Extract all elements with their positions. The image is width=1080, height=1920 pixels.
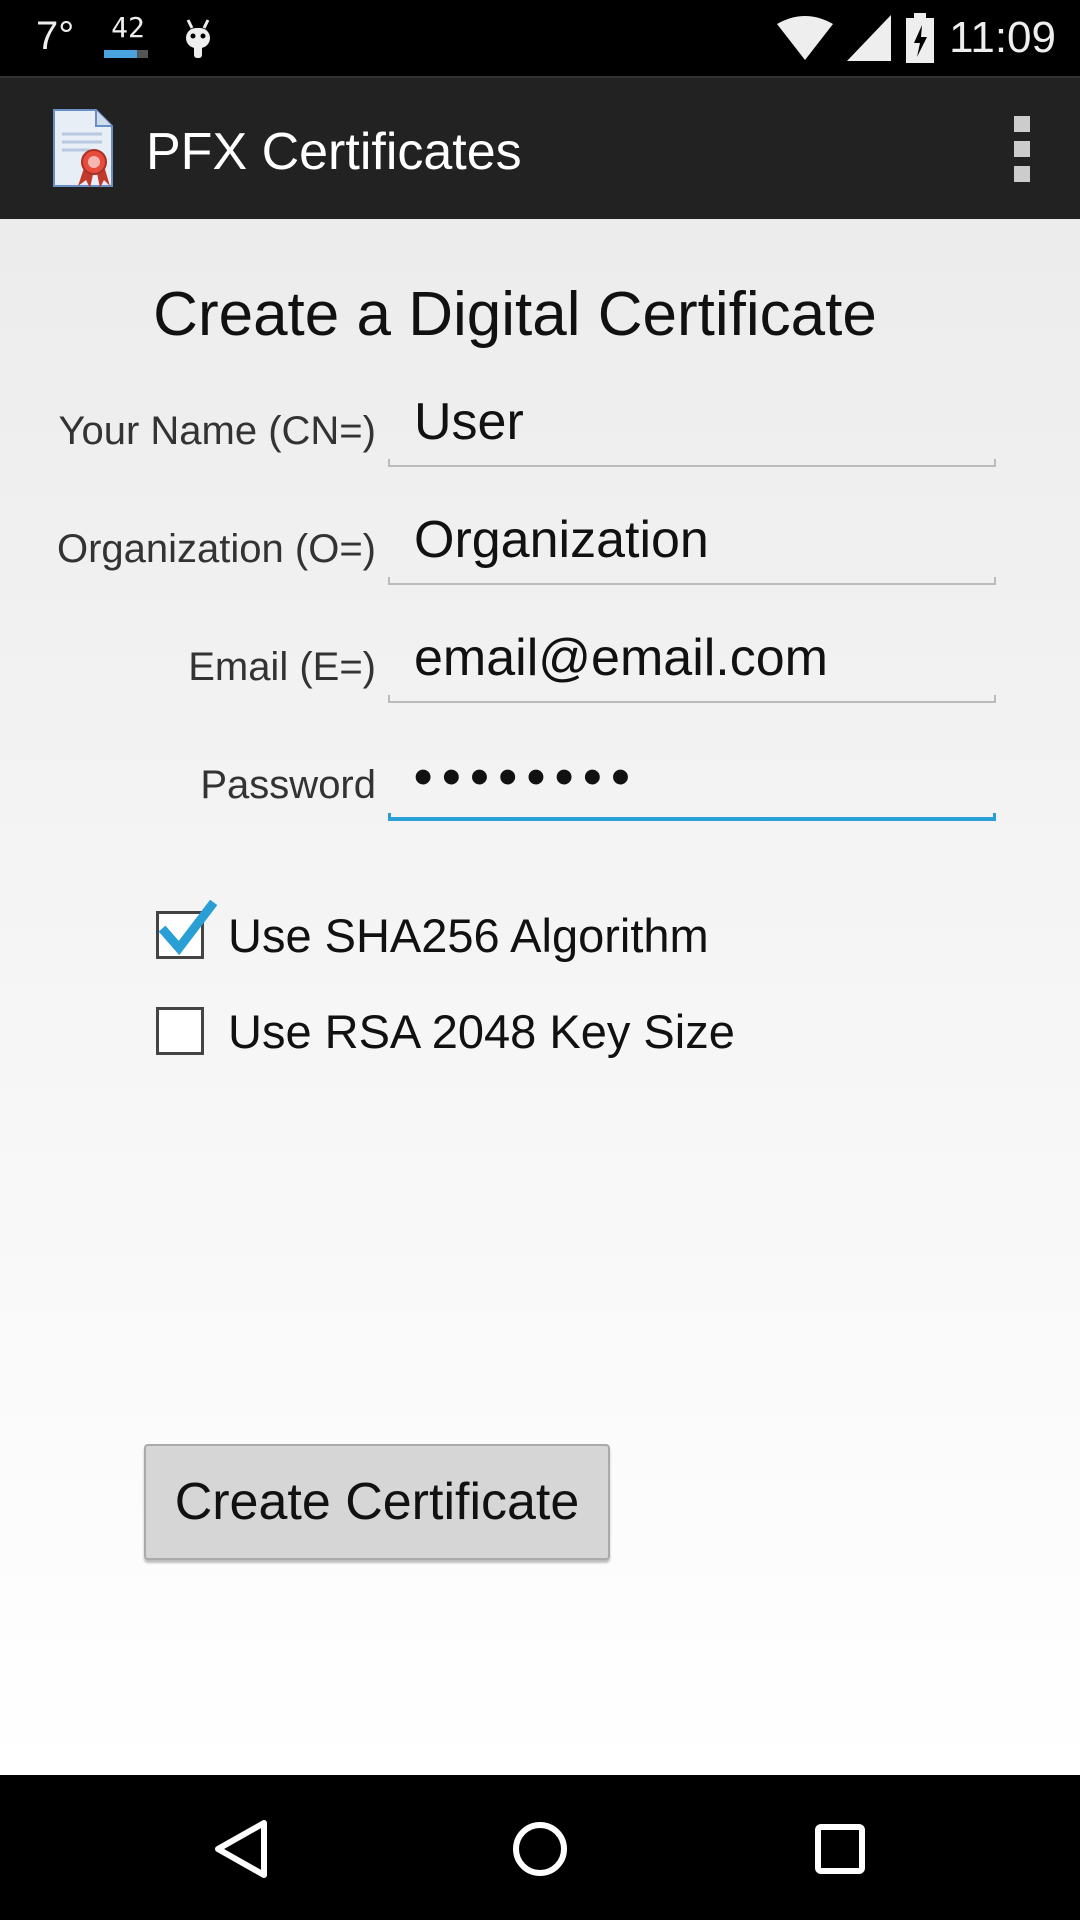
- app-title: PFX Certificates: [146, 123, 522, 181]
- email-field[interactable]: [388, 617, 996, 699]
- email-row: Email (E=): [0, 617, 1080, 717]
- clock: 11:09: [949, 13, 1056, 62]
- temperature-indicator: 7°: [36, 14, 75, 58]
- recents-icon[interactable]: [800, 1809, 880, 1889]
- organization-label: Organization (O=): [56, 527, 376, 571]
- status-bar: 7° 42 11:09: [0, 0, 1080, 76]
- back-icon[interactable]: [200, 1809, 280, 1889]
- rsa2048-checkbox-row[interactable]: Use RSA 2048 Key Size: [156, 1001, 735, 1061]
- certificate-icon: [53, 109, 113, 188]
- battery-icon: [906, 13, 935, 63]
- navigation-bar: [0, 1775, 1080, 1920]
- password-field[interactable]: ••••••••: [414, 747, 640, 807]
- organization-field[interactable]: [388, 499, 996, 581]
- name-row: Your Name (CN=): [0, 381, 1080, 481]
- create-certificate-form: Create a Digital Certificate Your Name (…: [0, 219, 1080, 1775]
- organization-row: Organization (O=): [0, 499, 1080, 599]
- create-certificate-button[interactable]: Create Certificate: [144, 1444, 610, 1560]
- checkmark-icon: [159, 900, 218, 956]
- wifi-icon: [777, 16, 834, 60]
- password-row: Password ••••••••: [0, 735, 1080, 835]
- name-field[interactable]: [388, 381, 996, 463]
- sha256-checkbox[interactable]: [156, 900, 218, 959]
- notification-count-indicator: 42: [104, 14, 152, 60]
- signal-icon: [847, 15, 892, 61]
- app-bar: PFX Certificates: [0, 76, 1080, 219]
- email-label: Email (E=): [188, 645, 376, 689]
- name-label: Your Name (CN=): [58, 409, 376, 453]
- page-title: Create a Digital Certificate: [153, 280, 877, 349]
- notification-count: 42: [111, 11, 145, 44]
- android-icon: [186, 19, 210, 58]
- home-icon[interactable]: [500, 1809, 580, 1889]
- count-progress-bar: [104, 50, 148, 58]
- sha256-checkbox-row[interactable]: Use SHA256 Algorithm: [156, 900, 709, 965]
- overflow-menu-icon[interactable]: [1008, 116, 1036, 182]
- rsa2048-label: Use RSA 2048 Key Size: [228, 1004, 735, 1058]
- sha256-label: Use SHA256 Algorithm: [228, 908, 709, 962]
- password-label: Password: [200, 763, 376, 807]
- rsa2048-checkbox[interactable]: [156, 1007, 204, 1055]
